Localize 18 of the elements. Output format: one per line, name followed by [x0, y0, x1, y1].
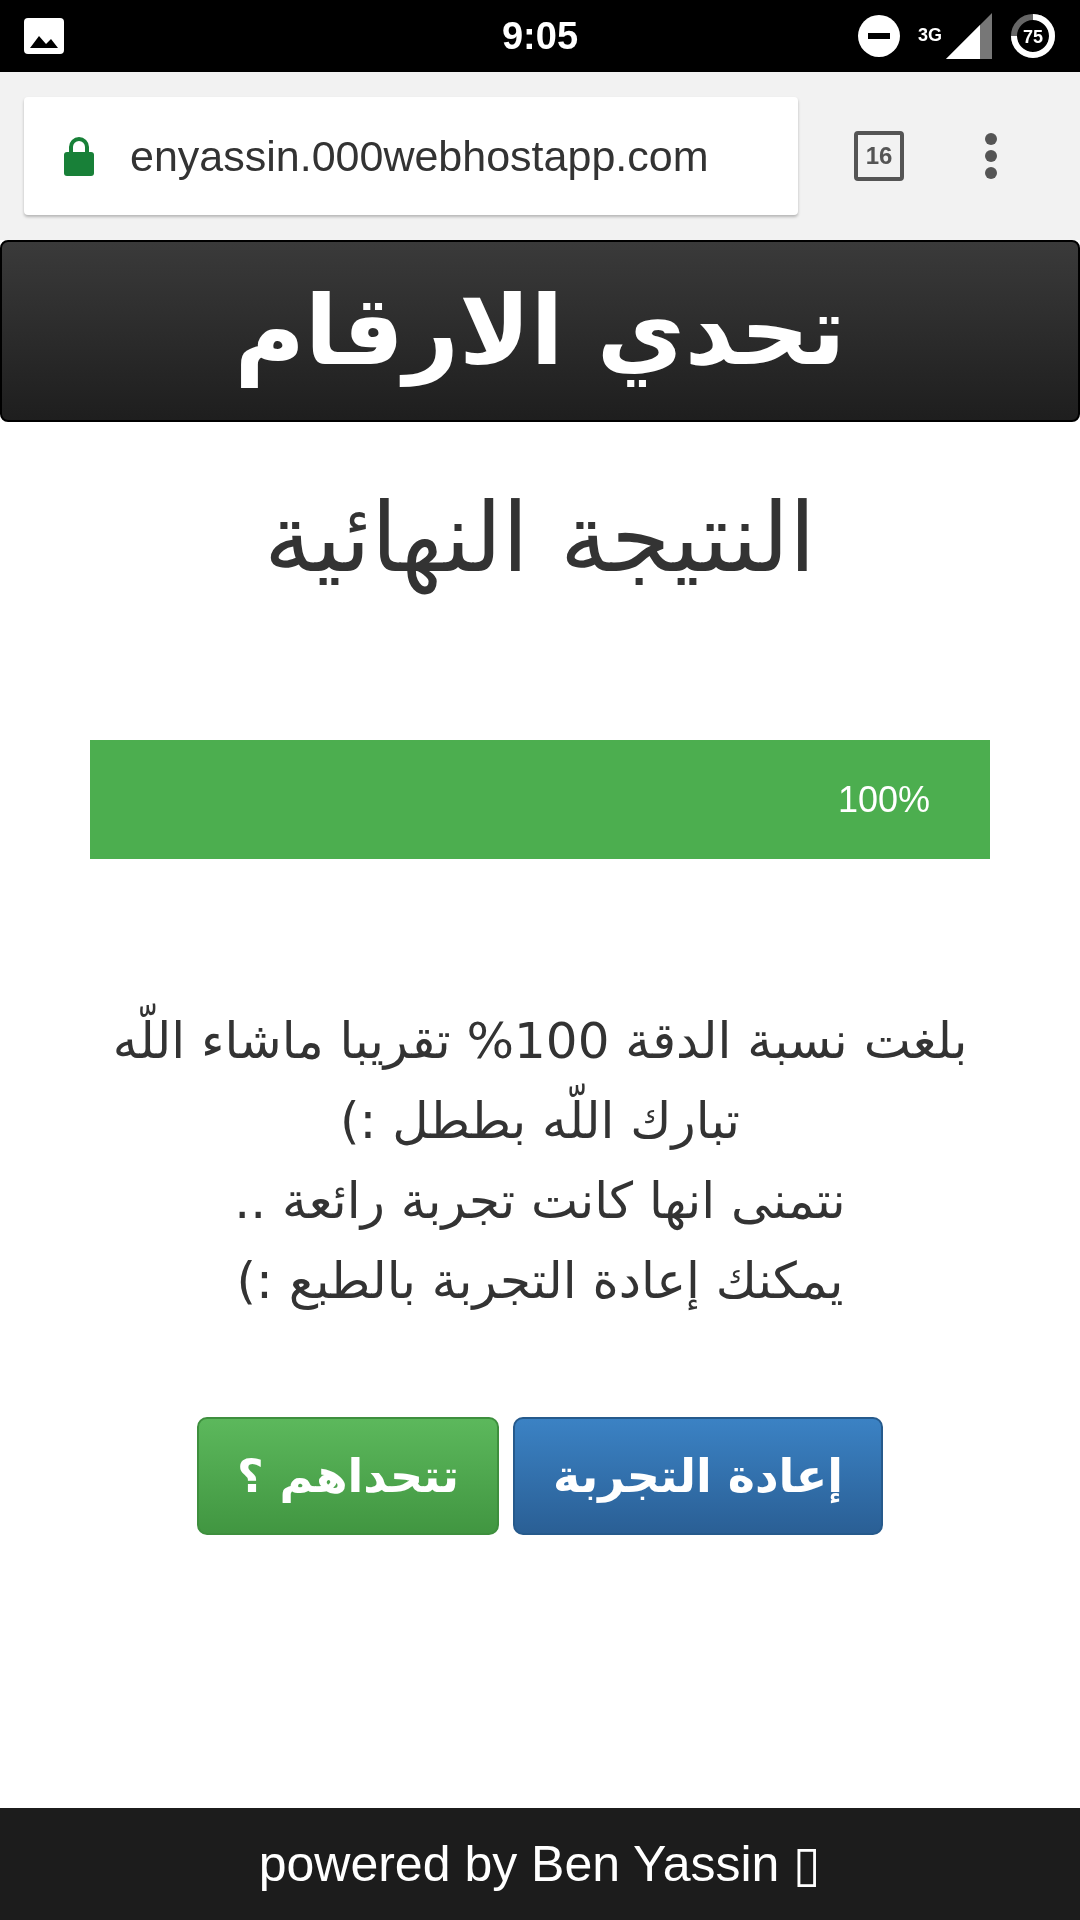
lock-icon [64, 136, 94, 176]
progress-label: 100% [837, 778, 930, 821]
image-icon [24, 18, 64, 54]
result-message: يمكنك إعادة التجربة بالطبع :) [235, 1251, 845, 1312]
footer-text: powered by Ben Yassin ▯ [258, 1835, 822, 1893]
result-message: نتمنى انها كانت تجربة رائعة .. [233, 1171, 847, 1233]
result-message: بلغت نسبة الدقة 100% تقريبا ماشاء اللّه تبارك اللّه بططل :) [90, 1001, 990, 1161]
page-title: تحدي الارقام [234, 275, 846, 387]
address-bar[interactable]: enyassin.000webhostapp.com [24, 97, 798, 215]
battery-icon: 75 [1010, 13, 1056, 59]
do-not-disturb-icon [858, 15, 900, 57]
signal-icon [946, 13, 992, 59]
retry-button[interactable]: إعادة التجربة [513, 1417, 883, 1535]
menu-icon[interactable] [984, 132, 998, 180]
network-type: 3G [918, 25, 942, 46]
clock-time: 9:05 [501, 14, 579, 58]
tab-switcher[interactable]: 16 [854, 131, 904, 181]
result-title: النتيجة النهائية [264, 482, 816, 594]
